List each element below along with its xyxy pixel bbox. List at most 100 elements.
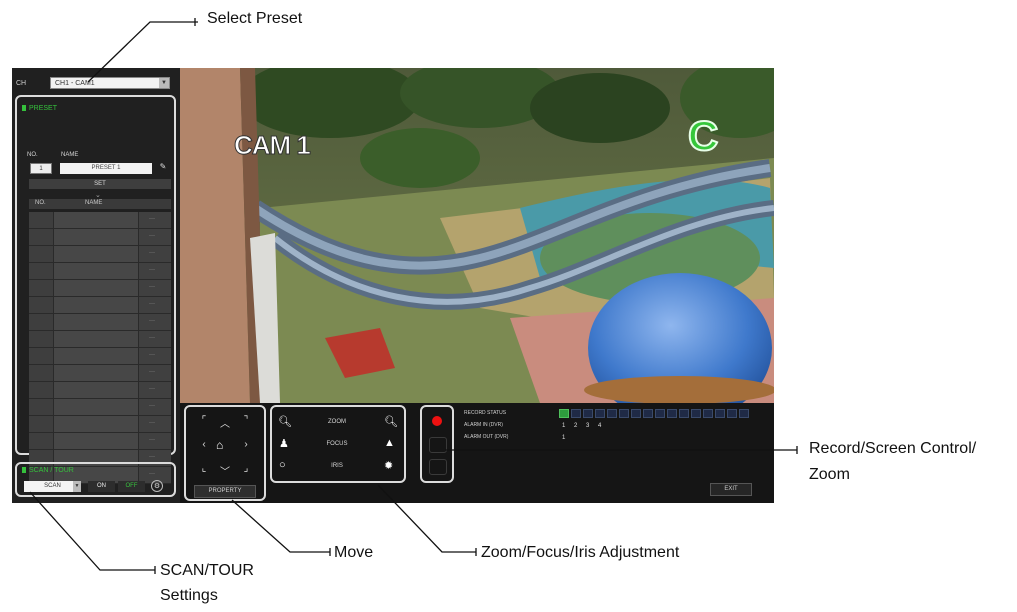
list-cell-name <box>54 365 139 381</box>
list-cell-action[interactable] <box>139 382 171 398</box>
alarm-in-1: 1 <box>562 423 566 429</box>
gear-icon[interactable]: ⚙ <box>151 480 163 492</box>
list-cell-action[interactable] <box>139 314 171 330</box>
list-item[interactable] <box>29 212 171 229</box>
record-button[interactable] <box>432 416 442 426</box>
list-item[interactable] <box>29 399 171 416</box>
list-cell-name <box>54 297 139 313</box>
list-cell-no <box>29 280 54 296</box>
chevron-down-icon: ▼ <box>159 78 169 88</box>
list-item[interactable] <box>29 263 171 280</box>
list-cell-action[interactable] <box>139 399 171 415</box>
list-cell-no <box>29 314 54 330</box>
set-button[interactable]: SET <box>29 179 171 189</box>
iris-open-icon[interactable]: ✹ <box>384 459 393 472</box>
list-name-header: NAME <box>85 200 103 206</box>
move-left-icon[interactable]: ‹ <box>196 439 212 450</box>
list-item[interactable] <box>29 331 171 348</box>
list-cell-no <box>29 348 54 364</box>
record-status-cell <box>643 409 653 418</box>
scan-off-button[interactable]: OFF <box>118 481 145 492</box>
ptz-control-screen: CH CH1 - CAM1 ▼ PRESET NO. NAME 1 PRESET… <box>12 68 774 503</box>
list-item[interactable] <box>29 246 171 263</box>
screen-zoom-button[interactable] <box>429 459 447 475</box>
record-status-cell <box>703 409 713 418</box>
list-cell-action[interactable] <box>139 348 171 364</box>
alarm-in-3: 3 <box>586 423 590 429</box>
preset-list-header: NO. NAME <box>29 199 171 209</box>
channel-select[interactable]: CH1 - CAM1 ▼ <box>50 77 170 89</box>
move-up-right-icon[interactable]: ⌝ <box>238 415 254 426</box>
list-item[interactable] <box>29 365 171 382</box>
list-cell-action[interactable] <box>139 297 171 313</box>
list-cell-action[interactable] <box>139 416 171 432</box>
list-cell-action[interactable] <box>139 331 171 347</box>
focus-far-icon[interactable]: ▲ <box>384 437 395 449</box>
preset-number-stepper[interactable]: 1 <box>30 163 52 174</box>
preset-list[interactable] <box>29 212 171 484</box>
move-down-icon[interactable]: ﹀ <box>217 463 233 478</box>
list-cell-no <box>29 212 54 228</box>
list-cell-action[interactable] <box>139 263 171 279</box>
move-up-left-icon[interactable]: ⌜ <box>196 415 212 426</box>
move-right-icon[interactable]: › <box>238 439 254 450</box>
exit-button[interactable]: EXIT <box>710 483 752 496</box>
list-cell-name <box>54 263 139 279</box>
scan-on-button[interactable]: ON <box>88 481 115 492</box>
preset-name-label: NAME <box>61 152 79 158</box>
list-cell-name <box>54 246 139 262</box>
screen-control-button[interactable] <box>429 437 447 453</box>
list-item[interactable] <box>29 229 171 246</box>
record-status-cell <box>715 409 725 418</box>
preset-title: PRESET <box>22 105 57 112</box>
list-cell-action[interactable] <box>139 280 171 296</box>
move-down-right-icon[interactable]: ⌟ <box>238 463 254 474</box>
list-item[interactable] <box>29 416 171 433</box>
camera-badge: C <box>687 111 719 160</box>
list-item[interactable] <box>29 280 171 297</box>
record-status-cell <box>679 409 689 418</box>
list-cell-no <box>29 297 54 313</box>
list-item[interactable] <box>29 297 171 314</box>
preset-name-field[interactable]: PRESET 1 <box>60 163 152 174</box>
home-icon[interactable]: ⌂ <box>216 438 223 452</box>
property-button[interactable]: PROPERTY <box>194 485 256 498</box>
camera-view[interactable]: CAM 1 C <box>180 68 774 403</box>
scan-mode-value: SCAN <box>44 483 61 489</box>
alarm-in-2: 2 <box>574 423 578 429</box>
record-status-cell <box>571 409 581 418</box>
channel-label: CH <box>16 80 27 87</box>
list-cell-action[interactable] <box>139 229 171 245</box>
list-item[interactable] <box>29 348 171 365</box>
zoom-out-icon[interactable]: 🔍︎ <box>278 415 292 428</box>
list-cell-no <box>29 246 54 262</box>
scan-mode-select[interactable]: SCAN ▼ <box>24 481 81 492</box>
edit-pencil-icon[interactable]: ✎ <box>156 162 170 174</box>
list-cell-name <box>54 433 139 449</box>
list-cell-name <box>54 314 139 330</box>
annotation-scan-tour-line1: SCAN/TOUR <box>160 562 254 579</box>
list-cell-name <box>54 382 139 398</box>
list-cell-action[interactable] <box>139 433 171 449</box>
record-status-cell <box>691 409 701 418</box>
move-up-icon[interactable]: ︿ <box>217 415 233 430</box>
focus-near-icon[interactable]: ♟ <box>279 437 289 450</box>
list-cell-no <box>29 331 54 347</box>
list-cell-action[interactable] <box>139 246 171 262</box>
alarm-out-label: ALARM OUT (DVR) <box>464 434 509 440</box>
channel-select-value: CH1 - CAM1 <box>55 80 95 87</box>
record-status-cells <box>559 409 751 418</box>
list-item[interactable] <box>29 382 171 399</box>
list-item[interactable] <box>29 314 171 331</box>
list-cell-action[interactable] <box>139 212 171 228</box>
list-item[interactable] <box>29 433 171 450</box>
list-cell-action[interactable] <box>139 365 171 381</box>
iris-close-icon[interactable]: ○ <box>279 459 286 471</box>
camera-image <box>180 68 774 403</box>
zoom-in-icon[interactable]: 🔍︎ <box>384 415 398 428</box>
chevron-down-icon: ▼ <box>73 481 81 492</box>
record-status-cell <box>595 409 605 418</box>
list-cell-name <box>54 399 139 415</box>
move-down-left-icon[interactable]: ⌞ <box>196 463 212 474</box>
camera-label: CAM 1 <box>234 130 312 161</box>
